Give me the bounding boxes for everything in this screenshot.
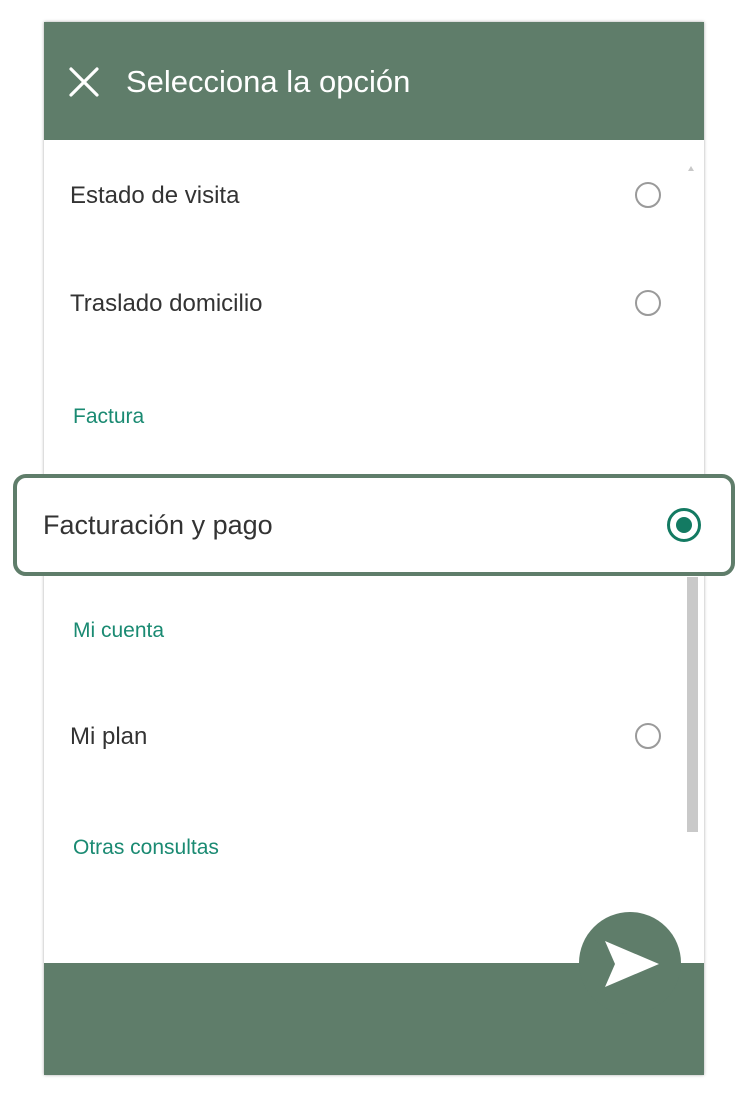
scroll-up-arrow-icon[interactable] bbox=[688, 166, 694, 171]
radio-dot-icon bbox=[676, 517, 692, 533]
radio-selected[interactable] bbox=[667, 508, 701, 542]
radio-unselected[interactable] bbox=[635, 290, 661, 316]
option-estado-de-visita[interactable]: Estado de visita bbox=[44, 161, 684, 231]
option-traslado-domicilio[interactable]: Traslado domicilio bbox=[44, 269, 684, 339]
close-icon bbox=[69, 67, 99, 97]
page-title: Selecciona la opción bbox=[126, 64, 411, 99]
send-button[interactable] bbox=[579, 912, 681, 1014]
section-header-otras-consultas: Otras consultas bbox=[73, 836, 219, 859]
option-label: Estado de visita bbox=[70, 182, 240, 209]
option-facturacion-y-pago[interactable]: Facturación y pago bbox=[13, 474, 735, 576]
section-header-factura: Factura bbox=[73, 405, 145, 428]
header-bar: Selecciona la opción bbox=[44, 22, 704, 140]
scrollbar-thumb[interactable] bbox=[687, 577, 698, 832]
option-mi-plan[interactable]: Mi plan bbox=[44, 702, 684, 772]
option-label: Facturación y pago bbox=[43, 510, 273, 540]
close-button[interactable] bbox=[68, 66, 100, 98]
option-label: Traslado domicilio bbox=[70, 290, 263, 317]
section-header-mi-cuenta: Mi cuenta bbox=[73, 619, 165, 642]
send-icon bbox=[605, 941, 659, 987]
option-label: Mi plan bbox=[70, 723, 148, 750]
radio-unselected[interactable] bbox=[635, 723, 661, 749]
radio-unselected[interactable] bbox=[635, 182, 661, 208]
